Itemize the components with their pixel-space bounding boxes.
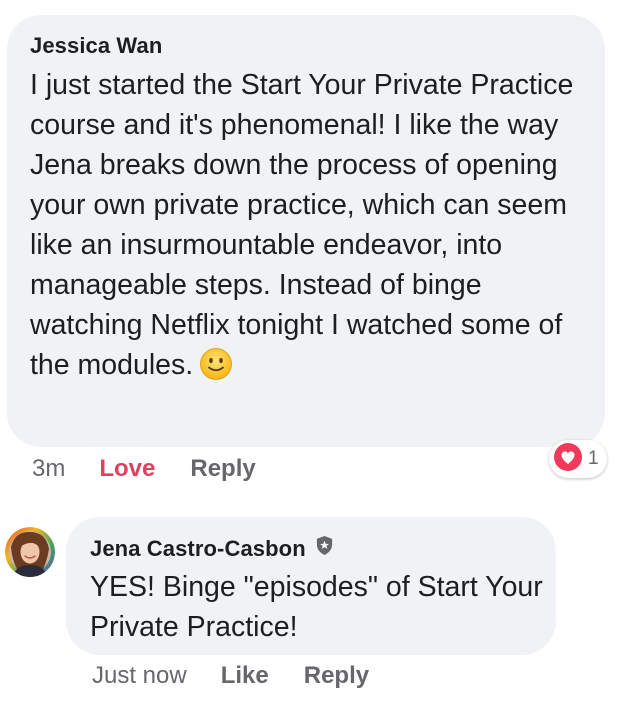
admin-shield-icon	[315, 535, 334, 562]
avatar[interactable]	[5, 527, 55, 577]
comment-text: I just started the Start Your Private Pr…	[30, 65, 590, 385]
love-button[interactable]: Love	[99, 455, 155, 483]
love-reaction-icon	[553, 442, 583, 477]
reply-button[interactable]: Reply	[304, 662, 369, 690]
reply-actions: Just now Like Reply	[92, 662, 369, 690]
reaction-count: 1	[588, 448, 599, 469]
reply-author-row: Jena Castro-Casbon	[90, 535, 334, 562]
like-button[interactable]: Like	[221, 662, 269, 690]
reply-text: YES! Binge "episodes" of Start Your Priv…	[90, 571, 543, 643]
comment-actions: 3m Love Reply	[32, 455, 256, 483]
slightly-smiling-face-icon	[199, 347, 233, 381]
comment-text-content: I just started the Start Your Private Pr…	[30, 69, 574, 381]
comment-timestamp[interactable]: 3m	[32, 455, 65, 483]
comment-author[interactable]: Jessica Wan	[30, 33, 162, 59]
reply-button[interactable]: Reply	[190, 455, 255, 483]
reply-author[interactable]: Jena Castro-Casbon	[90, 536, 306, 562]
reply-timestamp[interactable]: Just now	[92, 662, 187, 690]
reaction-summary[interactable]: 1	[549, 440, 607, 478]
